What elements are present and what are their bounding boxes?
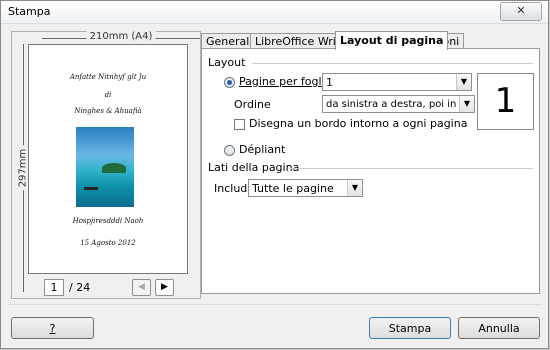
- page-sides-section-title: Lati della pagina: [208, 161, 300, 174]
- print-dialog: Stampa ✕ 210mm (A4) 297mm Anfatte Nitnhy…: [0, 0, 549, 349]
- include-label: Includi: [214, 182, 251, 195]
- total-pages-label: / 24: [69, 281, 91, 294]
- arrow-right-icon: ▶: [161, 282, 168, 292]
- help-button[interactable]: ?: [11, 317, 94, 339]
- title-bar: Stampa ✕: [1, 1, 548, 24]
- preview-text-line: 15 Agosto 2012: [80, 239, 136, 247]
- window-title: Stampa: [8, 5, 51, 18]
- arrow-left-icon: ◀: [138, 282, 145, 292]
- help-button-label: ?: [49, 322, 56, 335]
- brochure-radio[interactable]: [224, 145, 235, 156]
- pages-per-sheet-select[interactable]: 1 ▼: [322, 73, 472, 91]
- page-width-dimension: 210mm (A4): [42, 31, 200, 44]
- next-page-button[interactable]: ▶: [155, 279, 174, 296]
- current-page-input[interactable]: 1: [44, 279, 64, 296]
- chevron-down-icon: ▼: [459, 96, 474, 112]
- print-button[interactable]: Stampa: [369, 317, 451, 339]
- pages-per-sheet-preview: 1: [477, 73, 534, 130]
- preview-text-line: di: [104, 91, 112, 99]
- tab-layout-di-pagina[interactable]: Layout di pagina: [335, 31, 449, 50]
- page-height-label: 297mm: [17, 145, 29, 191]
- preview-photo: [76, 127, 134, 207]
- chevron-down-icon: ▼: [456, 74, 471, 90]
- layout-tab-panel: Layout Pagine per foglio 1 ▼ Ordine da s…: [201, 48, 540, 294]
- close-button[interactable]: ✕: [500, 2, 542, 21]
- draw-border-label: Disegna un bordo intorno a ogni pagina: [249, 117, 468, 130]
- cancel-button[interactable]: Annulla: [458, 317, 540, 339]
- print-button-label: Stampa: [388, 322, 432, 335]
- close-icon: ✕: [516, 4, 526, 17]
- pages-per-sheet-value: 1: [326, 76, 333, 89]
- pages-per-sheet-radio[interactable]: [224, 77, 235, 88]
- cancel-button-label: Annulla: [478, 322, 520, 335]
- include-value: Tutte le pagine: [252, 182, 334, 195]
- preview-page: Anfatte Nitnhyf glt Ju di Ninghes & Ahua…: [28, 44, 188, 274]
- button-row-divider: [7, 304, 542, 305]
- order-select[interactable]: da sinistra a destra, poi in basso ▼: [322, 95, 475, 113]
- preview-text-line: Ninghes & Ahuafià: [74, 107, 142, 115]
- layout-section-title: Layout: [208, 56, 246, 69]
- page-navigator: 1 / 24 ◀ ▶: [44, 279, 204, 297]
- pages-per-sheet-label: Pagine per foglio: [239, 75, 332, 88]
- preview-text-line: Anfatte Nitnhyf glt Ju: [69, 73, 147, 81]
- draw-border-checkbox[interactable]: [234, 119, 245, 130]
- previous-page-button[interactable]: ◀: [132, 279, 151, 296]
- chevron-down-icon: ▼: [347, 180, 362, 196]
- order-label: Ordine: [234, 98, 271, 111]
- include-select[interactable]: Tutte le pagine ▼: [248, 179, 363, 197]
- preview-text-line: Hospjiresdddi Naoh: [72, 217, 144, 225]
- brochure-label: Dépliant: [239, 143, 286, 156]
- page-width-label: 210mm (A4): [86, 31, 156, 42]
- page-preview-panel: 210mm (A4) 297mm Anfatte Nitnhyf glt Ju …: [11, 31, 201, 299]
- order-value: da sinistra a destra, poi in basso: [326, 99, 458, 110]
